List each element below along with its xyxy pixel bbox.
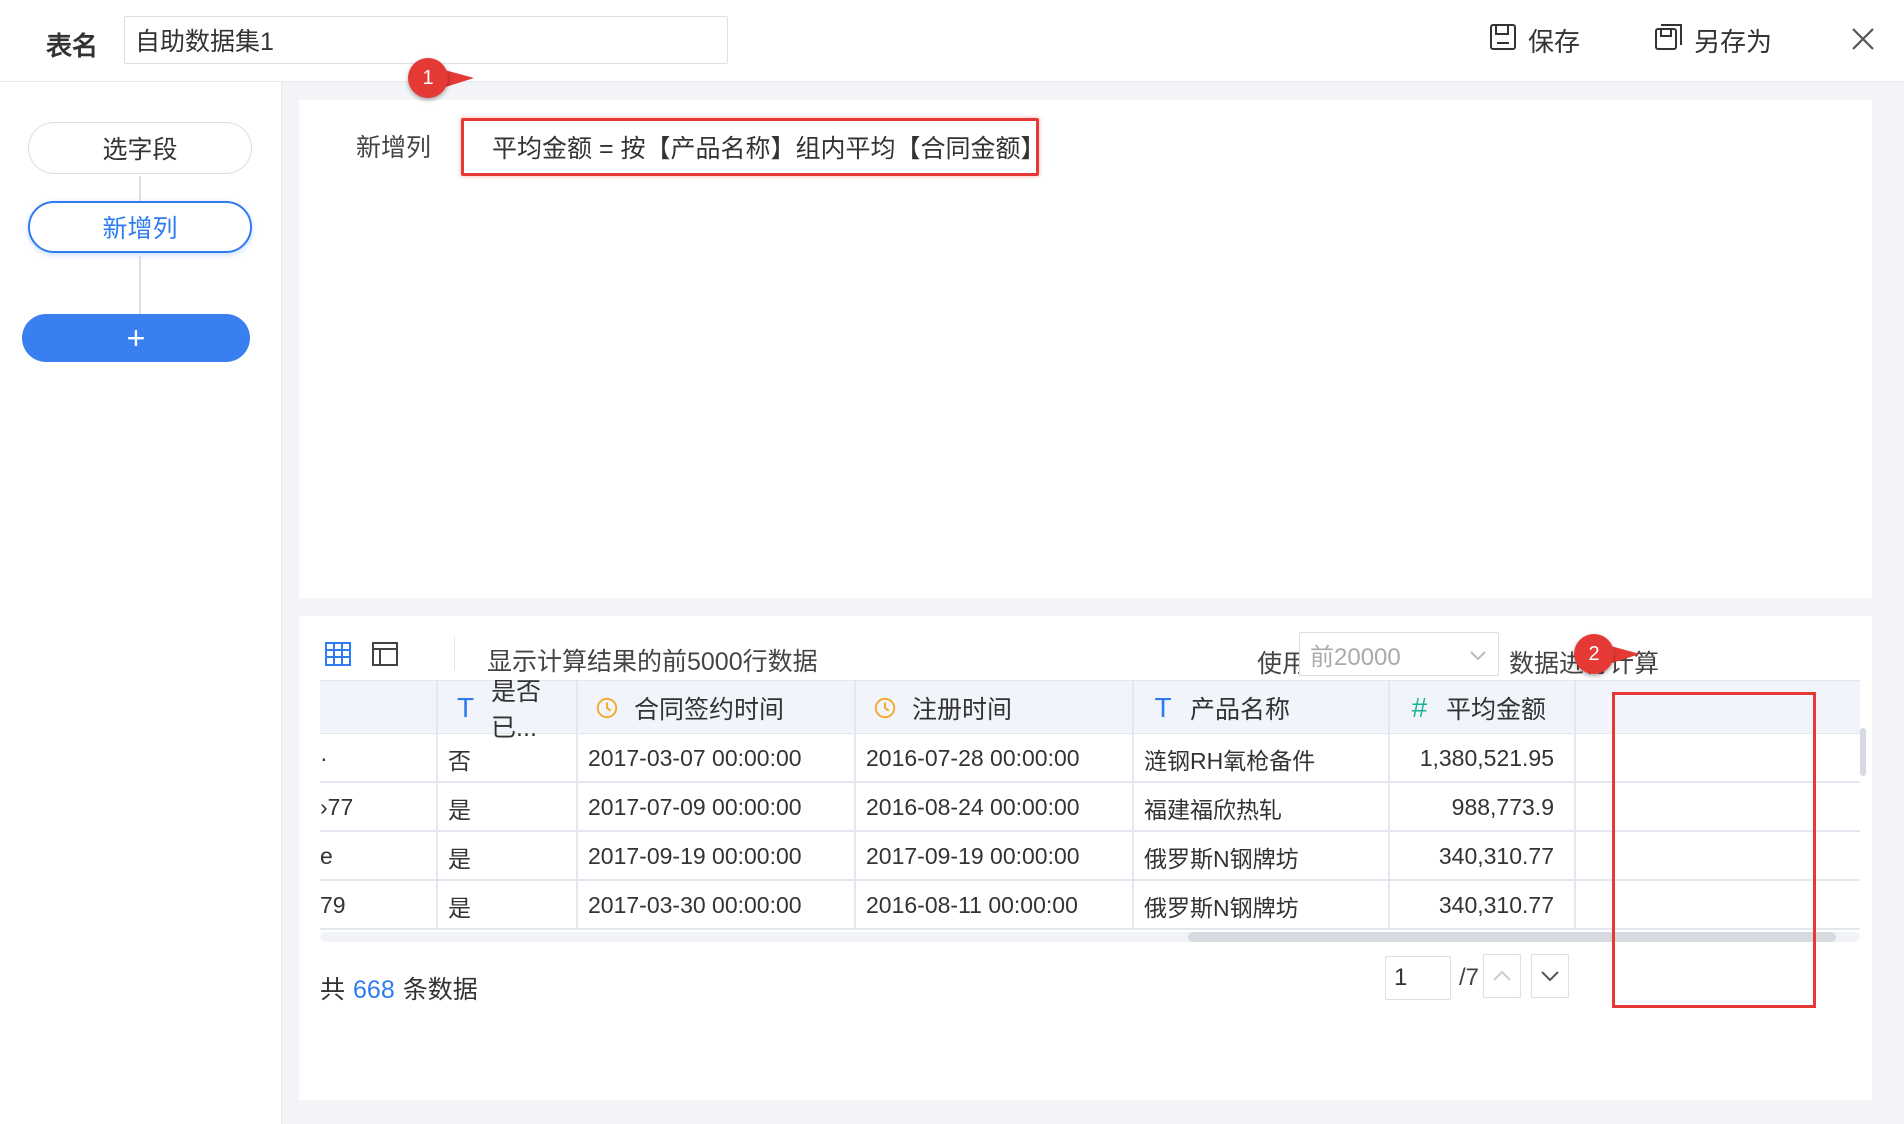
table-cell: 俄罗斯N钢牌坊	[1134, 881, 1390, 930]
table-cell: 2016-07-28 00:00:00	[856, 734, 1134, 783]
table-cell: 否	[438, 734, 578, 783]
save-as-label: 另存为	[1694, 26, 1773, 57]
text-type-icon: T	[456, 692, 475, 723]
step-add-column[interactable]: 新增列	[28, 201, 252, 253]
table-cell: 是	[438, 832, 578, 881]
time-type-icon	[872, 695, 898, 721]
column-header[interactable]	[320, 681, 438, 735]
table-row[interactable]: 79 是 2017-03-30 00:00:00 2016-08-11 00:0…	[320, 881, 1860, 930]
formula-label: 新增列	[356, 134, 432, 162]
horizontal-scrollbar[interactable]	[320, 932, 1860, 942]
top-bar: 表名 保存 另存为	[0, 0, 1904, 82]
page-total: /7	[1459, 964, 1480, 991]
toolbar-divider	[454, 636, 455, 670]
column-header[interactable]: T 产品名称	[1134, 681, 1390, 735]
table-cell: 1,380,521.95	[1390, 734, 1576, 783]
table-cell: 俄罗斯N钢牌坊	[1134, 832, 1390, 881]
previous-page-button[interactable]	[1483, 954, 1521, 998]
table-header: T 是否已... 合同签约时间 注册时间 T 产品名称 # 平均金额	[320, 680, 1860, 742]
chevron-down-icon	[1541, 971, 1559, 982]
main-area: 新增列 平均金额 = 按【产品名称】组内平均【合同金额】 显示计算结果的前500…	[282, 82, 1904, 1124]
save-as-icon	[1654, 22, 1684, 59]
column-header-label: 产品名称	[1190, 696, 1291, 724]
save-button[interactable]: 保存	[1488, 22, 1580, 58]
table-name-label: 表名	[46, 31, 99, 61]
total-number: 668	[353, 976, 395, 1004]
table-cell: 涟钢RH氧枪备件	[1134, 734, 1390, 783]
time-type-icon	[594, 695, 620, 721]
chevron-down-icon	[1470, 651, 1486, 661]
add-step-button[interactable]: +	[22, 314, 250, 362]
close-icon	[1852, 28, 1874, 50]
table-cell: 是	[438, 783, 578, 832]
table-cell: 79	[320, 881, 438, 930]
table-cell: e	[320, 832, 438, 881]
save-as-button[interactable]: 另存为	[1654, 22, 1772, 58]
preview-info-text: 显示计算结果的前5000行数据	[487, 648, 818, 676]
table-cell: 是	[438, 881, 578, 930]
table-cell: 2017-09-19 00:00:00	[578, 832, 856, 881]
table-cell: 2016-08-11 00:00:00	[856, 881, 1134, 930]
callout-number: 2	[1574, 634, 1614, 674]
grid-view-icon[interactable]	[323, 639, 353, 669]
total-suffix: 条数据	[402, 976, 478, 1004]
table-cell: 2016-08-24 00:00:00	[856, 783, 1134, 832]
total-prefix: 共	[320, 976, 346, 1004]
row-limit-select[interactable]: 前20000	[1299, 632, 1499, 676]
column-header-label: 平均金额	[1446, 696, 1547, 724]
step-connector	[139, 256, 141, 314]
callout-marker: 1	[408, 58, 474, 98]
column-header[interactable]: # 平均金额	[1390, 681, 1576, 735]
table-cell: 福建福欣热轧	[1134, 783, 1390, 832]
table-cell: 2017-03-30 00:00:00	[578, 881, 856, 930]
save-label: 保存	[1528, 26, 1581, 57]
table-row[interactable]: ›77 是 2017-07-09 00:00:00 2016-08-24 00:…	[320, 783, 1860, 832]
number-type-icon: #	[1411, 692, 1427, 723]
callout-marker: 2	[1574, 634, 1640, 674]
step-select-fields[interactable]: 选字段	[28, 122, 252, 174]
step-connector	[139, 176, 141, 202]
column-header[interactable]: T 是否已...	[438, 680, 578, 742]
data-table: T 是否已... 合同签约时间 注册时间 T 产品名称 # 平均金额 · 否 2…	[320, 680, 1860, 930]
table-cell: 340,310.77	[1390, 881, 1576, 930]
layout-view-icon[interactable]	[370, 639, 400, 669]
table-cell: ·	[320, 734, 438, 783]
horizontal-scroll-thumb[interactable]	[1188, 932, 1836, 942]
page-number-input[interactable]	[1385, 956, 1451, 1000]
table-cell: 2017-03-07 00:00:00	[578, 734, 856, 783]
column-header-label: 注册时间	[912, 696, 1013, 724]
callout-number: 1	[408, 58, 448, 98]
save-icon	[1488, 22, 1518, 59]
table-row[interactable]: · 否 2017-03-07 00:00:00 2016-07-28 00:00…	[320, 734, 1860, 783]
text-type-icon: T	[1154, 692, 1172, 723]
next-page-button[interactable]	[1531, 954, 1569, 998]
table-cell: ›77	[320, 783, 438, 832]
total-count: 共 668 条数据	[320, 970, 478, 1006]
table-row[interactable]: e 是 2017-09-19 00:00:00 2017-09-19 00:00…	[320, 832, 1860, 881]
table-name-input[interactable]	[124, 16, 728, 64]
column-header[interactable]: 注册时间	[856, 681, 1134, 735]
formula-expression[interactable]: 平均金额 = 按【产品名称】组内平均【合同金额】	[461, 118, 1046, 176]
row-limit-value: 前20000	[1310, 643, 1401, 671]
table-cell: 2017-07-09 00:00:00	[578, 783, 856, 832]
vertical-scroll-thumb[interactable]	[1860, 728, 1866, 776]
data-preview-panel: 显示计算结果的前5000行数据 使用 前20000 数据进行计算 T 是否已..…	[299, 616, 1872, 1100]
step-sidebar: 选字段 新增列 +	[0, 82, 282, 1124]
column-header-label: 合同签约时间	[634, 696, 785, 724]
table-cell: 2017-09-19 00:00:00	[856, 832, 1134, 881]
table-cell: 340,310.77	[1390, 832, 1576, 881]
column-header[interactable]: 合同签约时间	[578, 681, 856, 735]
close-button[interactable]	[1848, 24, 1878, 54]
formula-panel: 新增列 平均金额 = 按【产品名称】组内平均【合同金额】	[299, 100, 1872, 598]
chevron-up-icon	[1493, 970, 1511, 981]
table-cell: 988,773.9	[1390, 783, 1576, 832]
